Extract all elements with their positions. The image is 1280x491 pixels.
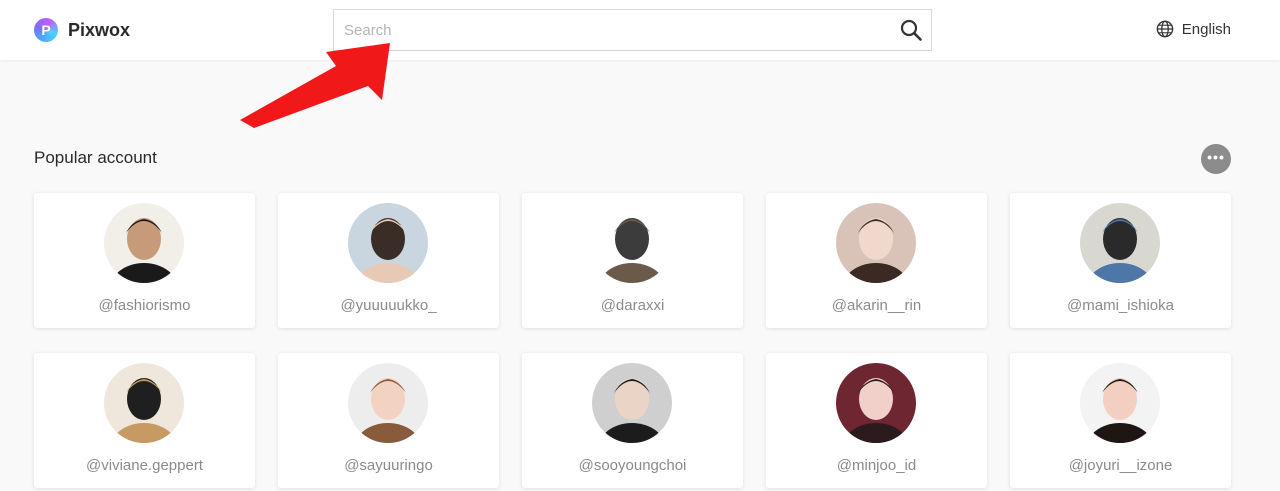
account-card[interactable]: @mami_ishioka bbox=[1010, 193, 1231, 328]
globe-icon bbox=[1156, 20, 1174, 38]
account-card[interactable]: @sooyoungchoi bbox=[522, 353, 743, 488]
search-box bbox=[333, 9, 932, 51]
account-avatar[interactable] bbox=[104, 363, 184, 443]
account-card[interactable]: @joyuri__izone bbox=[1010, 353, 1231, 488]
account-avatar[interactable] bbox=[348, 363, 428, 443]
account-handle[interactable]: @daraxxi bbox=[522, 297, 743, 314]
account-card[interactable]: @sayuuringo bbox=[278, 353, 499, 488]
account-handle[interactable]: @minjoo_id bbox=[766, 457, 987, 474]
account-handle[interactable]: @viviane.geppert bbox=[34, 457, 255, 474]
account-handle[interactable]: @sayuuringo bbox=[278, 457, 499, 474]
logo-icon: P bbox=[34, 18, 58, 42]
brand-name: Pixwox bbox=[68, 19, 131, 40]
account-handle[interactable]: @sooyoungchoi bbox=[522, 457, 743, 474]
account-avatar[interactable] bbox=[836, 203, 916, 283]
search-icon[interactable] bbox=[899, 18, 923, 42]
account-card[interactable]: @akarin__rin bbox=[766, 193, 987, 328]
account-card[interactable]: @minjoo_id bbox=[766, 353, 987, 488]
account-card[interactable]: @daraxxi bbox=[522, 193, 743, 328]
account-handle[interactable]: @fashiorismo bbox=[34, 297, 255, 314]
account-handle[interactable]: @akarin__rin bbox=[766, 297, 987, 314]
account-avatar[interactable] bbox=[836, 363, 916, 443]
brand-logo[interactable]: P Pixwox bbox=[34, 18, 130, 42]
section-title: Popular account bbox=[34, 148, 157, 167]
search-input[interactable] bbox=[334, 10, 889, 50]
account-card[interactable]: @viviane.geppert bbox=[34, 353, 255, 488]
account-avatar[interactable] bbox=[592, 203, 672, 283]
language-label: English bbox=[1181, 20, 1231, 38]
account-avatar[interactable] bbox=[592, 363, 672, 443]
account-avatar[interactable] bbox=[348, 203, 428, 283]
account-handle[interactable]: @joyuri__izone bbox=[1010, 457, 1231, 474]
account-handle[interactable]: @yuuuuukko_ bbox=[278, 297, 499, 314]
account-avatar[interactable] bbox=[1080, 203, 1160, 283]
more-options-button[interactable]: ••• bbox=[1201, 144, 1231, 174]
account-card[interactable]: @fashiorismo bbox=[34, 193, 255, 328]
account-handle[interactable]: @mami_ishioka bbox=[1010, 297, 1231, 314]
logo-letter: P bbox=[41, 22, 51, 38]
account-avatar[interactable] bbox=[104, 203, 184, 283]
top-navbar: P Pixwox English bbox=[0, 0, 1280, 60]
red-arrow-annotation bbox=[240, 43, 390, 128]
language-selector[interactable]: English bbox=[1156, 20, 1231, 38]
account-avatar[interactable] bbox=[1080, 363, 1160, 443]
account-card[interactable]: @yuuuuukko_ bbox=[278, 193, 499, 328]
